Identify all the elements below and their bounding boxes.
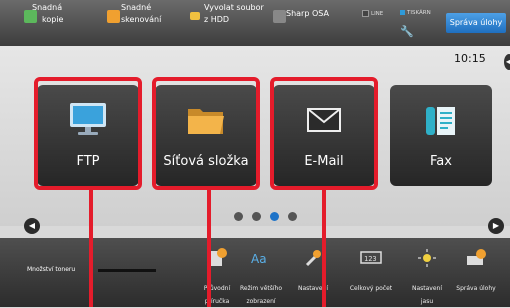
tile-fax[interactable]: Fax <box>390 85 492 186</box>
sharp-osa-label: Sharp OSA <box>286 9 329 18</box>
next-page-button[interactable]: ▶ <box>488 218 504 234</box>
easy-copy-label-2: kopie <box>42 15 64 24</box>
scan-icon <box>107 10 120 23</box>
prev-page-button[interactable]: ◀ <box>24 218 40 234</box>
hdd-folder-icon <box>190 12 200 20</box>
osa-icon <box>273 10 286 23</box>
hdd-retrieve-label-2: z HDD <box>204 15 230 24</box>
maintenance-icon: 🔧 <box>400 25 414 38</box>
total-count-button[interactable]: 123 Celkový počet <box>346 248 396 295</box>
easy-copy-label: Snadná <box>32 3 63 12</box>
page-dot-4[interactable] <box>288 212 297 221</box>
job-icon <box>465 248 487 266</box>
job-status-bottom-button[interactable]: Správa úlohy <box>451 248 501 295</box>
brightness-button[interactable]: Nastavení jasu <box>402 248 452 308</box>
callout-line-ftp <box>89 190 93 307</box>
page-dot-3[interactable] <box>270 212 279 221</box>
large-display-label: Režim většího zobrazení <box>239 285 283 305</box>
job-status-bottom-label: Správa úlohy <box>456 285 496 292</box>
fax-icon <box>426 107 455 135</box>
easy-scan-label-2: skenování <box>121 15 162 24</box>
easy-scan-label: Snadné <box>121 3 152 12</box>
line-indicator: LINE <box>362 10 383 17</box>
highlight-network-folder <box>152 77 260 190</box>
callout-line-email <box>322 190 326 307</box>
printer-indicator-label: TISKÁRN <box>407 10 431 16</box>
total-count-label: Celkový počet <box>349 285 393 292</box>
highlight-ftp <box>34 77 142 190</box>
toner-label: Množství toneru <box>27 266 76 273</box>
job-status-button[interactable]: Správa úlohy <box>446 13 506 33</box>
wrench-icon <box>302 248 324 267</box>
callout-line-network-folder <box>207 190 211 307</box>
highlight-email <box>270 77 378 190</box>
clock: 10:15 <box>454 52 486 65</box>
svg-text:123: 123 <box>364 255 377 263</box>
guide-label: Průvodní příručka <box>203 285 231 305</box>
svg-text:Aa: Aa <box>251 252 267 266</box>
page-dot-2[interactable] <box>252 212 261 221</box>
settings-button[interactable]: Nastavení <box>288 248 338 295</box>
brightness-label: Nastavení jasu <box>411 285 443 305</box>
large-display-button[interactable]: Aa Režim většího zobrazení <box>236 248 286 308</box>
page-dot-1[interactable] <box>234 212 243 221</box>
printer-indicator: TISKÁRN <box>400 10 431 16</box>
zoom-icon: Aa <box>250 248 272 266</box>
guide-button[interactable]: Průvodní příručka <box>192 248 242 308</box>
hdd-retrieve-label: Vyvolat soubor <box>204 3 264 12</box>
tile-fax-label: Fax <box>430 154 452 169</box>
toner-level-bar <box>98 269 156 272</box>
brightness-icon <box>416 248 438 267</box>
side-panel-handle[interactable]: ◀ <box>504 54 510 70</box>
settings-label: Nastavení <box>297 285 329 292</box>
line-indicator-label: LINE <box>371 11 384 17</box>
counter-icon: 123 <box>360 248 382 266</box>
